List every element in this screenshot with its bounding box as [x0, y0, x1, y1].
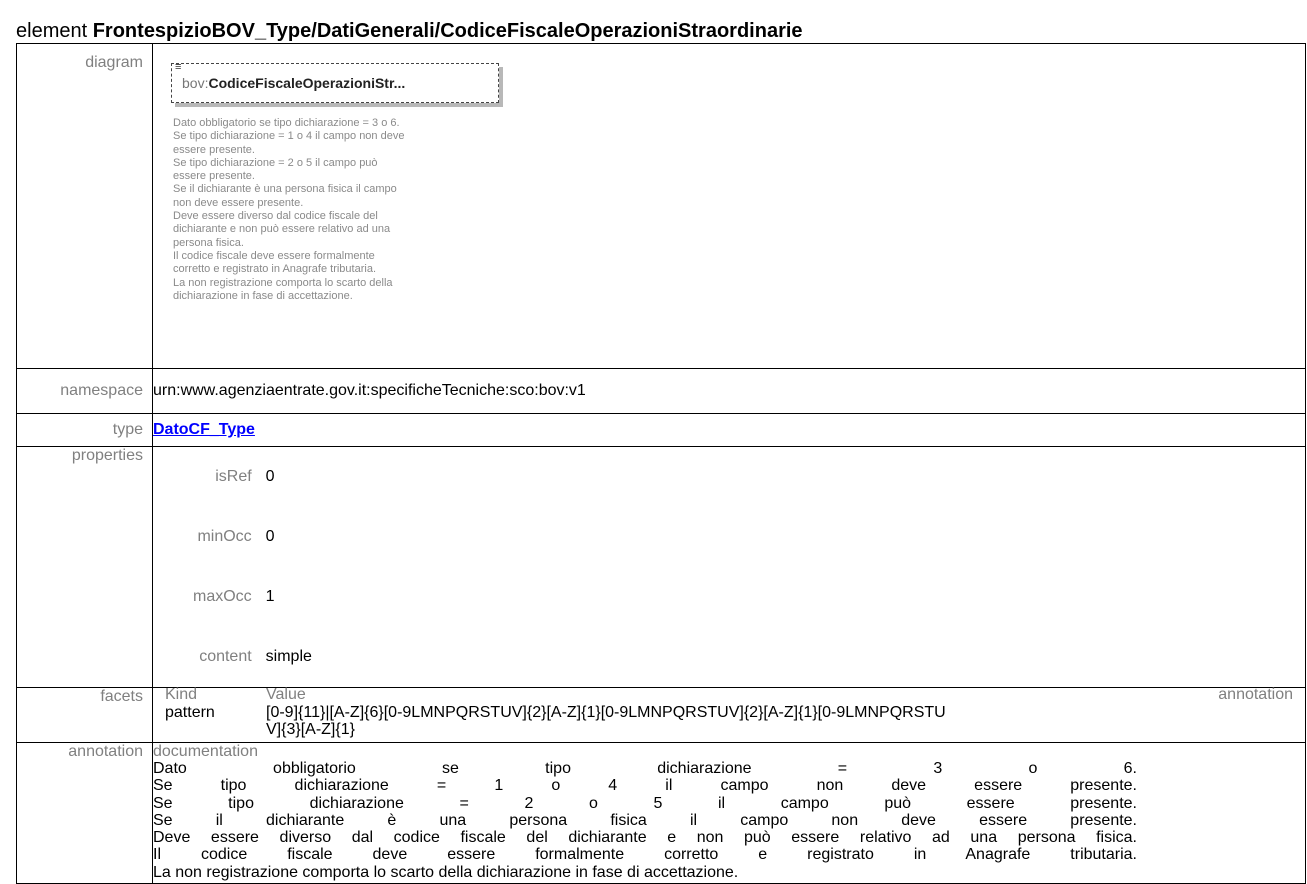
element-diagram-prefix: bov: [182, 75, 209, 91]
title-element-name: FrontespizioBOV_Type/DatiGenerali/Codice… [92, 20, 803, 42]
property-row: minOcc 0 [193, 507, 312, 567]
element-diagram-box[interactable]: ≡ bov:CodiceFiscaleOperazioniStr... [171, 61, 499, 103]
facets-value-header: Value [266, 686, 306, 703]
facets-kind-header: Kind [165, 686, 198, 703]
namespace-value: urn:www.agenziaentrate.gov.it:specifiche… [152, 368, 1306, 414]
property-key: content [199, 648, 252, 665]
documentation-line: La non registrazione comporta lo scarto … [153, 863, 739, 881]
property-row: content simple [193, 627, 312, 687]
documentation-line: Se tipo dichiarazione = 2 o 5 il campo p… [153, 794, 1137, 812]
properties-table: isRef 0 minOcc 0 maxOcc 1 content simple [193, 447, 312, 687]
diagram-documentation: Dato obbligatorio se tipo dichiarazione … [173, 117, 405, 302]
namespace-label: namespace [16, 368, 153, 414]
documentation-text: Dato obbligatorio se tipo dichiarazione … [153, 760, 1137, 881]
properties-row: properties isRef 0 minOcc 0 maxOcc 1 conten… [16, 446, 1306, 688]
documentation-line: Deve essere diverso dal codice fiscale d… [153, 829, 1137, 847]
facets-label: facets [16, 687, 153, 743]
type-row: type DatoCF_Type [16, 413, 1306, 447]
annotation-label: annotation [16, 742, 153, 884]
facets-annotation-header: annotation [1218, 686, 1293, 703]
property-value: simple [265, 648, 312, 665]
type-link[interactable]: DatoCF_Type [153, 421, 255, 438]
title-prefix: element [16, 20, 93, 42]
property-value: 0 [265, 468, 275, 485]
documentation-line: Se tipo dichiarazione = 1 o 4 il campo n… [153, 777, 1137, 795]
diagram-cell: ≡ bov:CodiceFiscaleOperazioniStr... Dato… [152, 43, 1306, 369]
facet-kind: pattern [165, 704, 215, 721]
element-lines-icon: ≡ [175, 61, 182, 73]
namespace-row: namespace urn:www.agenziaentrate.gov.it:… [16, 368, 1306, 414]
property-row: maxOcc 1 [193, 567, 312, 627]
annotation-row: annotation documentation Dato obbligator… [16, 742, 1306, 884]
type-label: type [16, 413, 153, 447]
property-row: isRef 0 [193, 447, 312, 507]
property-value: 0 [265, 528, 275, 545]
property-key: minOcc [197, 528, 252, 545]
page-title: element FrontespizioBOV_Type/DatiGeneral… [16, 20, 803, 43]
property-key: maxOcc [193, 588, 252, 605]
property-key: isRef [215, 468, 252, 485]
documentation-label: documentation [153, 743, 258, 760]
element-diagram-name: bov:CodiceFiscaleOperazioniStr... [182, 75, 405, 91]
documentation-line: Il codice fiscale deve essere formalment… [153, 846, 1137, 864]
facet-value: [0-9]{11}|[A-Z]{6}[0-9LMNPQRSTUV]{2}[A-Z… [266, 704, 946, 738]
element-detail-table: diagram ≡ bov:CodiceFiscaleOperazioniStr… [16, 43, 1306, 884]
documentation-line: Dato obbligatorio se tipo dichiarazione … [153, 760, 1137, 777]
facets-row: facets Kind Value annotation pattern [0-… [16, 686, 1306, 743]
diagram-row: diagram ≡ bov:CodiceFiscaleOperazioniStr… [16, 43, 1306, 369]
properties-label: properties [16, 446, 153, 688]
property-value: 1 [265, 588, 275, 605]
documentation-line: Se il dichiarante è una persona fisica i… [153, 811, 1137, 829]
diagram-label: diagram [16, 43, 153, 369]
element-diagram-label: CodiceFiscaleOperazioniStr... [208, 75, 406, 91]
